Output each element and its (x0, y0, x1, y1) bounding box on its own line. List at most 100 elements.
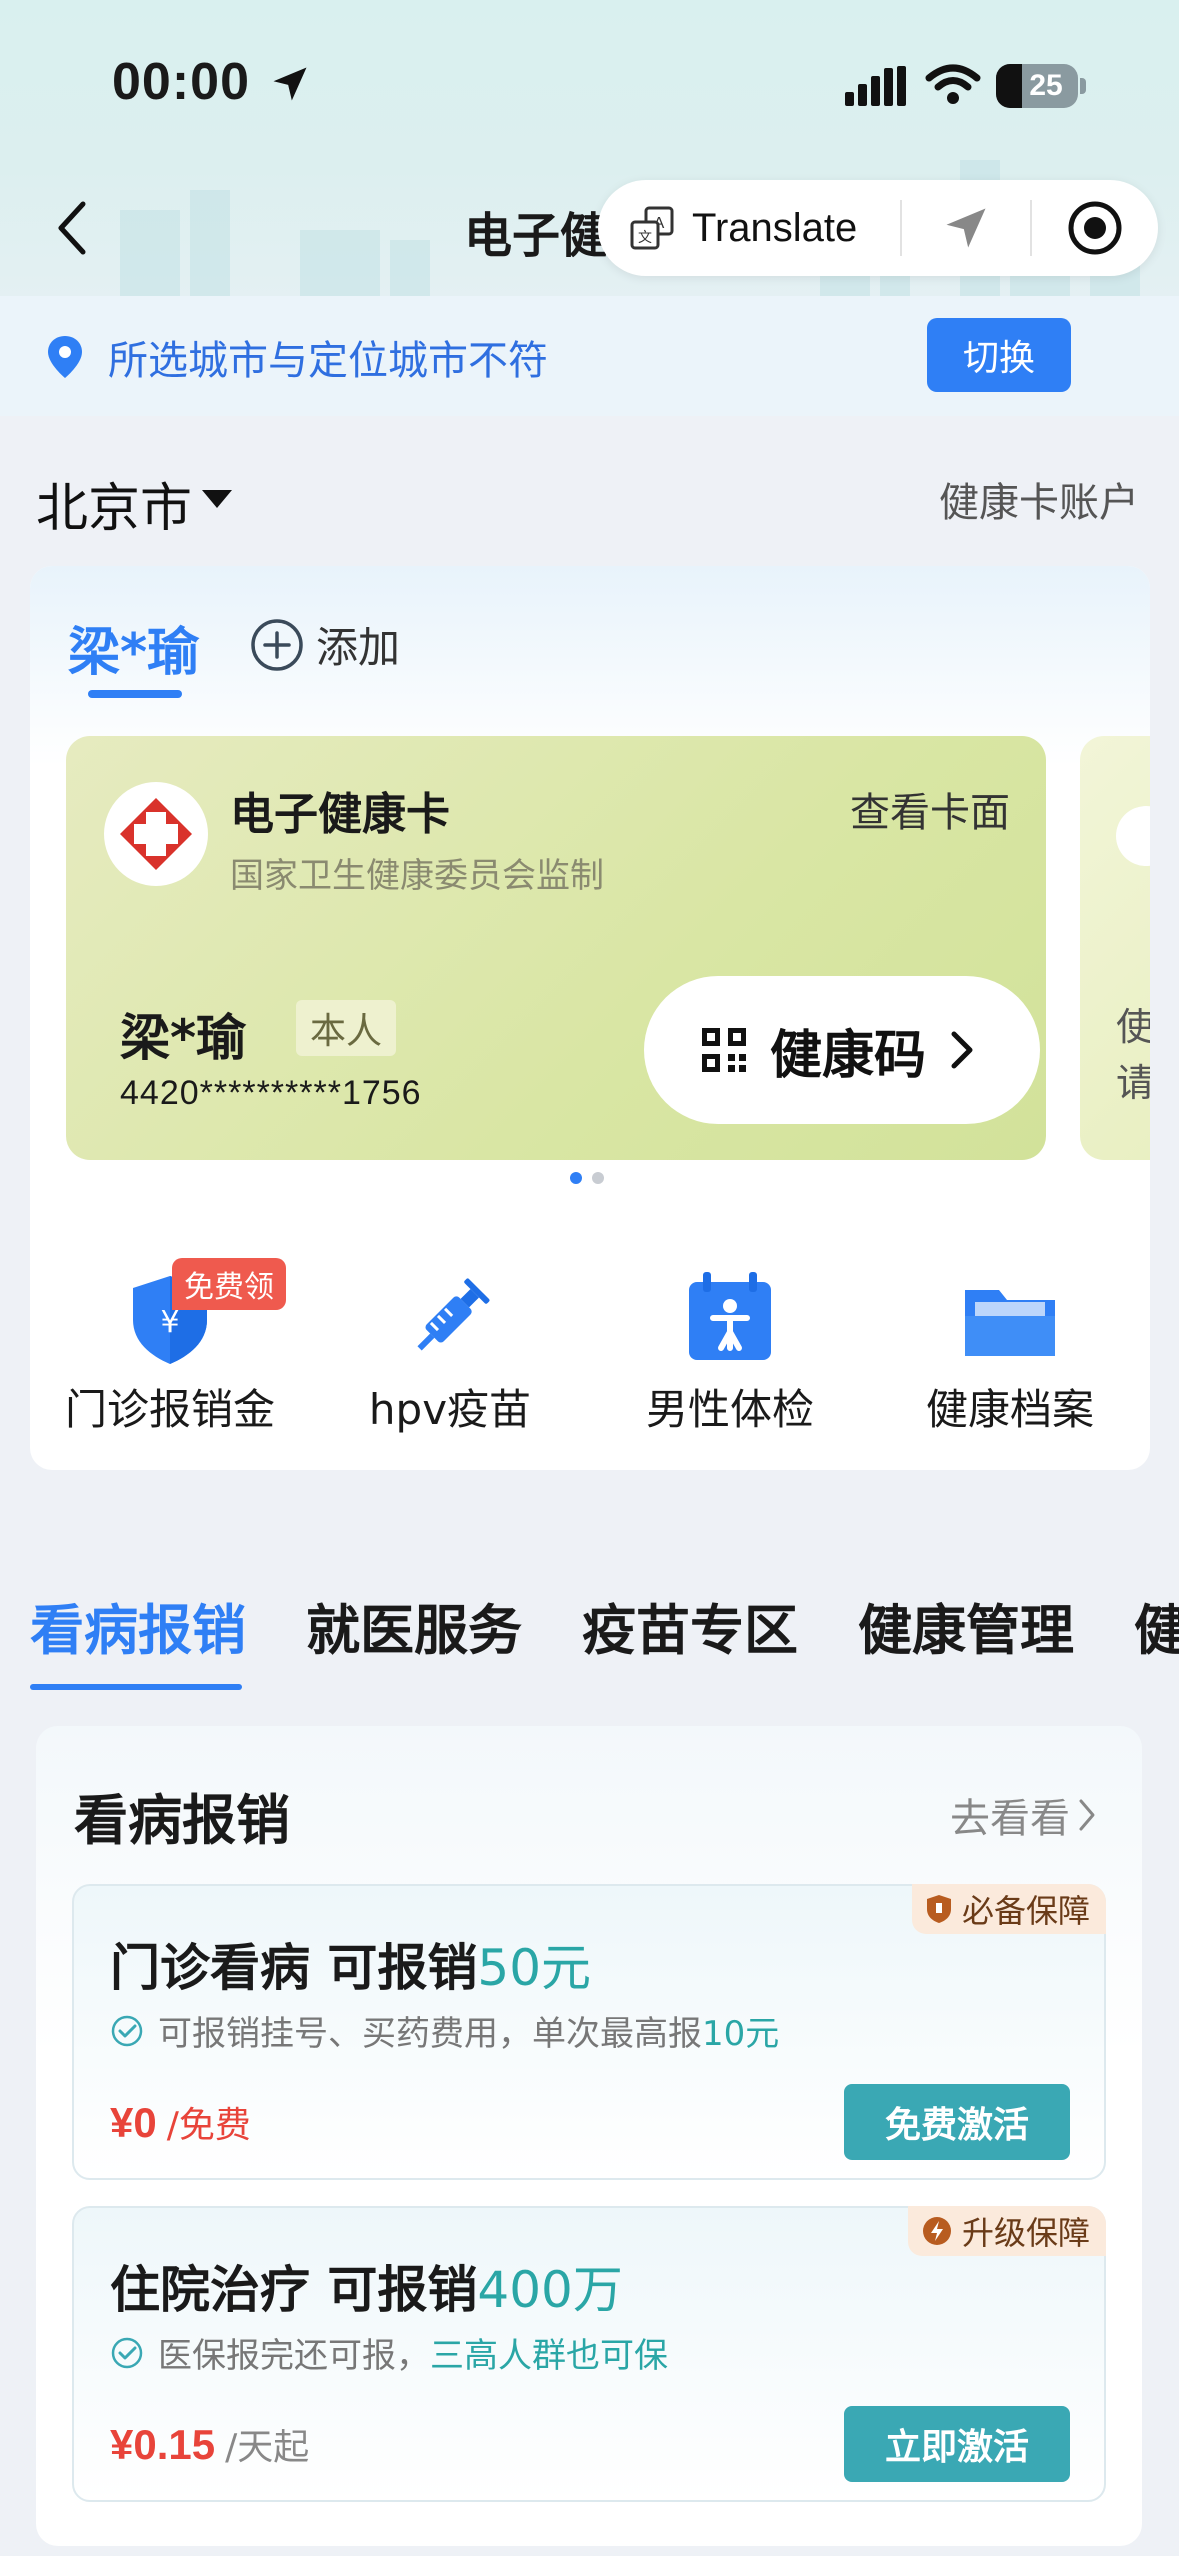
offer-tag-label: 升级保障 (961, 2214, 1090, 2252)
syringe-icon (417, 1278, 490, 1351)
person-tab-active[interactable]: 梁*瑜 (68, 610, 199, 685)
checkup-calendar-icon (689, 1272, 771, 1360)
quick-action-label: hpv疫苗 (368, 1385, 532, 1434)
city-mismatch-message: 所选城市与定位城市不符 (108, 338, 548, 384)
card-holder-name: 梁*瑜 (120, 1009, 247, 1067)
tab-reimbursement[interactable]: 看病报销 (30, 1586, 246, 1665)
offer-description: 可报销挂号、买药费用，单次最高报 10元 (110, 2006, 779, 2055)
offer-title: 住院治疗 可报销400万 (110, 2250, 623, 2322)
chevron-left-icon (58, 201, 86, 255)
health-code-button[interactable]: 健康码 (644, 976, 1040, 1124)
offer-price: ¥0.15/天起 (110, 2418, 309, 2470)
card-logo-icon (1116, 806, 1150, 866)
check-circle-icon (111, 2337, 143, 2368)
navigation-arrow-icon (946, 208, 986, 248)
category-tabs: 看病报销 就医服务 疫苗专区 健康管理 健 (0, 1576, 1179, 1696)
price-unit: /免费 (166, 2105, 251, 2146)
activate-now-button[interactable]: 立即激活 (844, 2406, 1070, 2482)
cellular-signal-icon (845, 66, 906, 106)
offer-desc-text: 可报销挂号、买药费用，单次最高报 (158, 2014, 702, 2054)
carousel-dot-active (570, 1172, 582, 1184)
add-person-label: 添加 (316, 623, 401, 672)
tab-health-management[interactable]: 健康管理 (858, 1586, 1074, 1665)
activate-free-button[interactable]: 免费激活 (844, 2084, 1070, 2160)
translate-toolbar: A 文 Translate (598, 180, 1158, 276)
preview-text-1: 使 (1116, 1005, 1150, 1049)
wifi-icon (925, 64, 981, 104)
tab-more[interactable]: 健 (1134, 1586, 1179, 1665)
record-button[interactable] (1032, 180, 1158, 276)
card-id-number: 4420**********1756 (120, 1074, 422, 1112)
add-person-button[interactable]: 添加 (250, 614, 400, 675)
chevron-right-icon (1079, 1799, 1095, 1831)
status-bar: 00:00 25 (0, 0, 1179, 170)
person-tab-underline (88, 690, 182, 698)
chevron-right-icon (951, 1031, 973, 1069)
quick-action-outpatient-reimbursement[interactable]: ¥ 免费领 门诊报销金 (30, 1216, 310, 1456)
qr-code-icon (702, 1028, 746, 1072)
offer-title-text: 门诊看病 可报销 (110, 1939, 478, 1997)
offer-amount: 50元 (477, 1939, 592, 1997)
city-mismatch-notice: 所选城市与定位城市不符 切换 (0, 296, 1179, 416)
offer-tag: 升级保障 (907, 2206, 1106, 2256)
caret-down-icon[interactable] (200, 488, 234, 510)
price-value: ¥0.15 (110, 2421, 216, 2468)
offer-desc-highlight: 三高人群也可保 (430, 2336, 668, 2376)
health-card-panel: 梁*瑜 添加 电子健康卡 国家卫生健康委员会监制 查看卡面 梁*瑜 本人 442… (30, 566, 1150, 1470)
health-card-account-link[interactable]: 健康卡账户 (939, 470, 1139, 528)
location-pin-icon (48, 336, 82, 378)
active-tab-underline (30, 1684, 242, 1690)
offer-tag-label: 必备保障 (961, 1892, 1090, 1930)
next-card-preview[interactable]: 使 请 (1080, 736, 1150, 1160)
city-selector[interactable]: 北京市 (36, 466, 192, 541)
tab-medical-services[interactable]: 就医服务 (306, 1586, 522, 1665)
view-card-face-link[interactable]: 查看卡面 (850, 780, 1010, 838)
see-more-label: 去看看 (950, 1796, 1070, 1842)
battery-tip (1080, 78, 1086, 94)
offer-desc-text: 医保报完还可报， (158, 2336, 430, 2376)
relation-badge: 本人 (296, 1000, 397, 1056)
location-button[interactable] (902, 180, 1030, 276)
offer-description: 医保报完还可报， 三高人群也可保 (110, 2328, 668, 2377)
offer-title-text: 住院治疗 可报销 (110, 2261, 478, 2319)
section-title: 看病报销 (74, 1789, 290, 1852)
offer-amount: 400万 (477, 2261, 623, 2319)
quick-action-health-records[interactable]: 健康档案 (870, 1216, 1150, 1456)
quick-action-label: 门诊报销金 (64, 1385, 275, 1434)
carousel-dot (592, 1172, 604, 1184)
offer-desc-highlight: 10元 (702, 2014, 780, 2054)
preview-text-2: 请 (1116, 1061, 1150, 1105)
lightning-badge-icon (922, 2217, 951, 2245)
quick-action-hpv-vaccine[interactable]: hpv疫苗 (310, 1216, 590, 1456)
see-more-link[interactable]: 去看看 (950, 1786, 1096, 1844)
offer-price: ¥0/免费 (110, 2096, 251, 2148)
switch-city-button[interactable]: 切换 (927, 318, 1071, 392)
offer-tag: 必备保障 (911, 1884, 1106, 1934)
check-circle-icon (111, 2015, 143, 2046)
translate-label: Translate (692, 205, 858, 250)
offer-card-hospitalization[interactable]: 升级保障 住院治疗 可报销400万 医保报完还可报， 三高人群也可保 ¥0.15/… (72, 2206, 1106, 2502)
svg-text:文: 文 (638, 230, 652, 246)
folder-icon (965, 1290, 1055, 1356)
offer-title: 门诊看病 可报销50元 (110, 1928, 591, 2000)
health-card-title: 电子健康卡 (230, 789, 450, 840)
reimbursement-section: 看病报销 去看看 必备保障 门诊看病 可报销50元 可报销挂号、买药费用，单次最… (36, 1726, 1142, 2546)
quick-action-label: 男性体检 (645, 1385, 814, 1434)
electronic-health-card[interactable]: 电子健康卡 国家卫生健康委员会监制 查看卡面 梁*瑜 本人 4420******… (66, 736, 1046, 1160)
quick-actions: ¥ 免费领 门诊报销金 hpv疫苗 男性体检 健康档案 (30, 1216, 1150, 1456)
price-value: ¥0 (110, 2099, 157, 2146)
svg-text:¥: ¥ (160, 1305, 179, 1340)
status-time: 00:00 (112, 53, 250, 111)
plus-circle-icon (251, 618, 303, 671)
location-arrow-icon (273, 67, 307, 101)
quick-action-male-checkup[interactable]: 男性体检 (590, 1216, 870, 1456)
back-button[interactable] (42, 190, 102, 266)
translate-button[interactable]: A 文 Translate (598, 180, 900, 276)
health-card-subtitle: 国家卫生健康委员会监制 (230, 856, 604, 896)
red-cross-logo-icon (104, 782, 208, 886)
record-circle-icon (1068, 201, 1122, 255)
free-claim-badge: 免费领 (172, 1258, 286, 1310)
offer-card-outpatient[interactable]: 必备保障 门诊看病 可报销50元 可报销挂号、买药费用，单次最高报 10元 ¥0/… (72, 1884, 1106, 2180)
tab-vaccines[interactable]: 疫苗专区 (582, 1586, 798, 1665)
quick-action-label: 健康档案 (925, 1385, 1094, 1434)
